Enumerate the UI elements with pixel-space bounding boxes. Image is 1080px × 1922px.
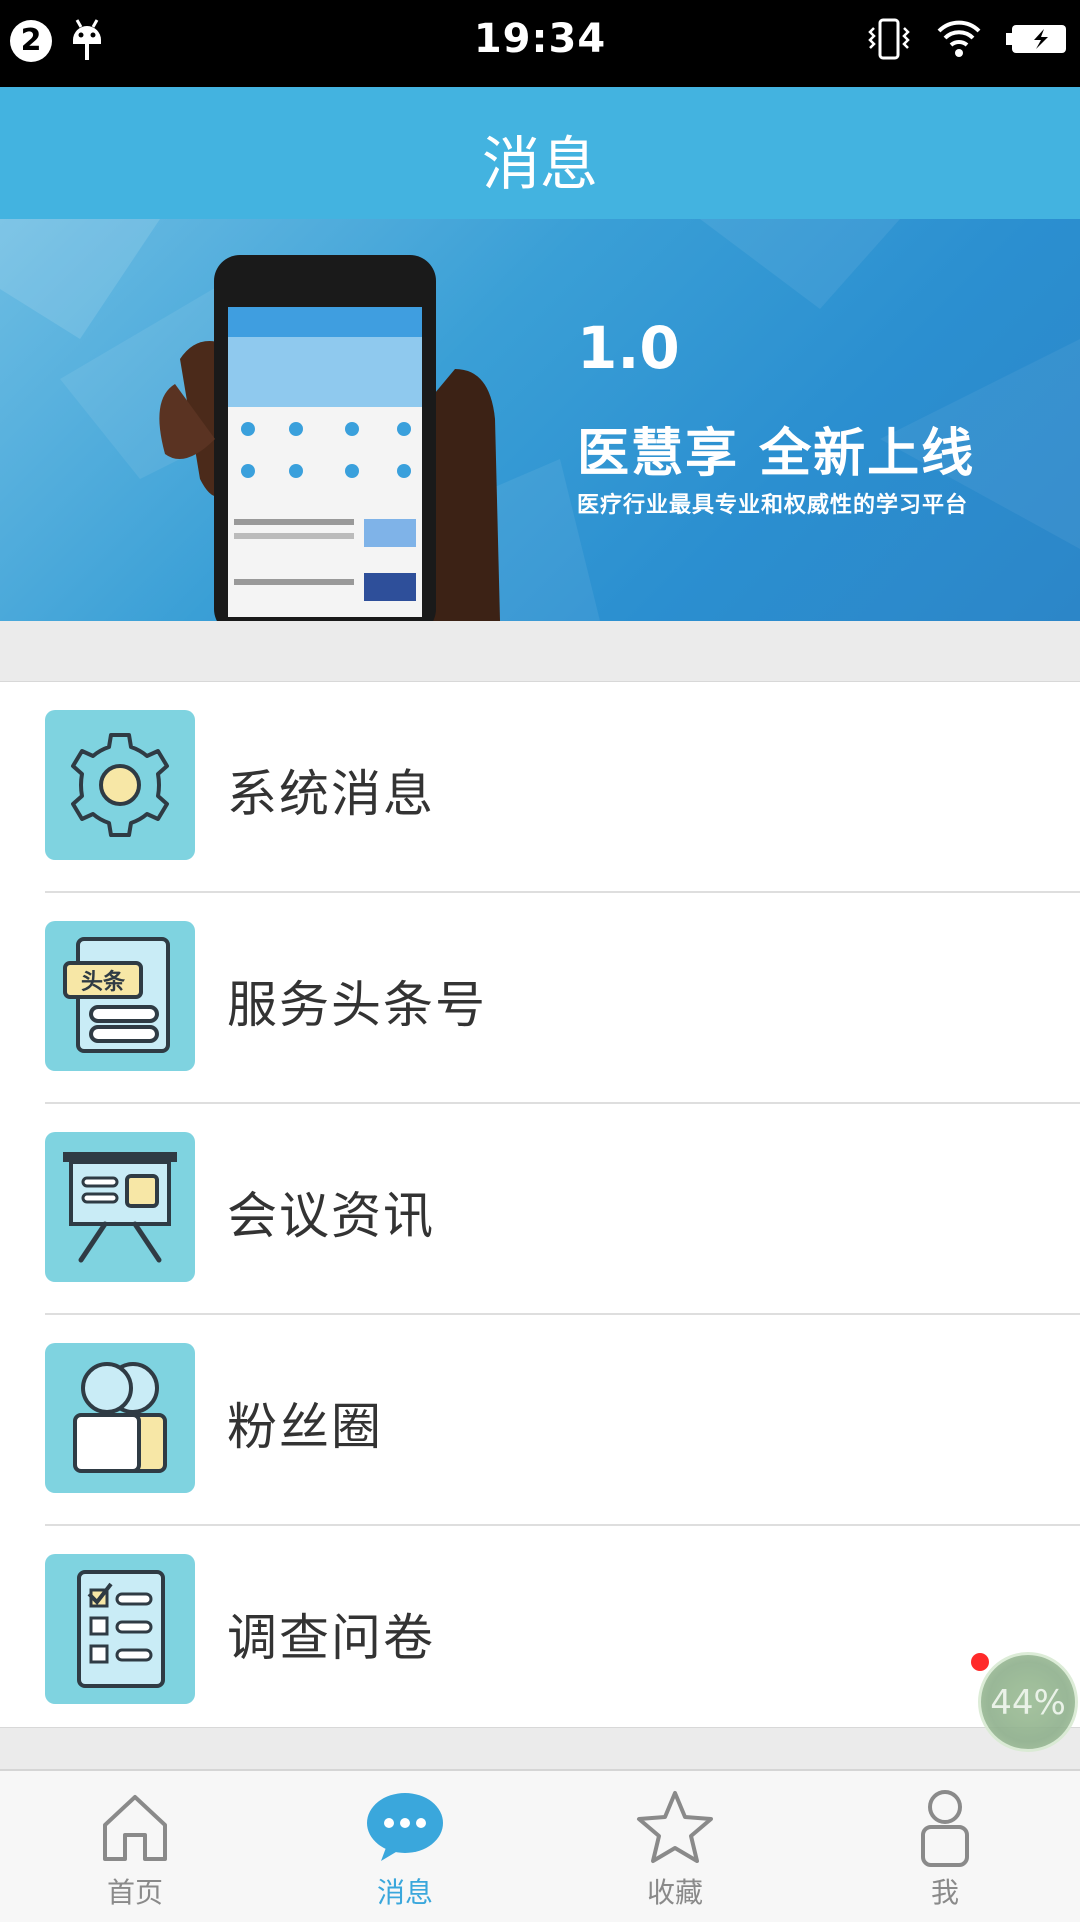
message-category-list: 系统消息 头条 服务头条号 会议资讯 粉丝圈 调查问卷 bbox=[0, 682, 1080, 1735]
promo-banner[interactable]: 1.0 医慧享 全新上线 医疗行业最具专业和权威性的学习平台 bbox=[0, 219, 1080, 621]
list-item-survey[interactable]: 调查问卷 bbox=[45, 1526, 1080, 1735]
bottom-tab-bar: 首页 消息 收藏 我 bbox=[0, 1769, 1080, 1922]
headline-document-icon: 头条 bbox=[45, 921, 195, 1071]
notification-dot bbox=[971, 1653, 989, 1671]
tab-label: 我 bbox=[930, 1876, 959, 1909]
progress-percent-text: 44% bbox=[990, 1683, 1066, 1723]
list-item-system-messages[interactable]: 系统消息 bbox=[45, 682, 1080, 893]
vibrate-icon bbox=[866, 16, 912, 66]
status-bar: 2 19:34 bbox=[0, 0, 1080, 87]
tab-me[interactable]: 我 bbox=[810, 1771, 1080, 1922]
banner-version: 1.0 bbox=[577, 314, 680, 382]
users-icon bbox=[45, 1343, 195, 1493]
list-item-conference-news[interactable]: 会议资讯 bbox=[45, 1104, 1080, 1315]
title-bar: 消息 bbox=[0, 87, 1080, 219]
presentation-board-icon bbox=[45, 1132, 195, 1282]
list-item-label: 系统消息 bbox=[227, 765, 435, 823]
tab-label: 首页 bbox=[106, 1876, 163, 1909]
list-item-label: 会议资讯 bbox=[227, 1187, 435, 1245]
floating-progress-bubble[interactable]: 44% bbox=[978, 1652, 1078, 1752]
home-icon bbox=[103, 1795, 167, 1861]
tab-label: 消息 bbox=[376, 1876, 433, 1909]
chat-bubble-icon bbox=[367, 1793, 443, 1861]
section-divider bbox=[0, 621, 1080, 682]
banner-subtitle: 医疗行业最具专业和权威性的学习平台 bbox=[577, 493, 969, 518]
tab-messages[interactable]: 消息 bbox=[270, 1771, 540, 1922]
checklist-icon bbox=[45, 1554, 195, 1704]
person-icon bbox=[921, 1790, 969, 1867]
star-icon bbox=[637, 1791, 713, 1863]
list-item-service-headlines[interactable]: 头条 服务头条号 bbox=[45, 893, 1080, 1104]
list-item-fan-circle[interactable]: 粉丝圈 bbox=[45, 1315, 1080, 1526]
list-item-label: 调查问卷 bbox=[227, 1609, 435, 1667]
gear-icon bbox=[45, 710, 195, 860]
tab-home[interactable]: 首页 bbox=[0, 1771, 270, 1922]
banner-headline: 医慧享 全新上线 bbox=[577, 424, 976, 484]
section-divider-bottom bbox=[0, 1727, 1080, 1770]
page-title: 消息 bbox=[481, 130, 598, 198]
list-item-label: 服务头条号 bbox=[227, 976, 487, 1034]
battery-icon bbox=[1006, 19, 1068, 63]
wifi-icon bbox=[936, 19, 982, 63]
headline-icon-text: 头条 bbox=[81, 969, 126, 995]
list-item-label: 粉丝圈 bbox=[227, 1398, 383, 1456]
tab-favorites[interactable]: 收藏 bbox=[540, 1771, 810, 1922]
tab-label: 收藏 bbox=[646, 1876, 703, 1909]
